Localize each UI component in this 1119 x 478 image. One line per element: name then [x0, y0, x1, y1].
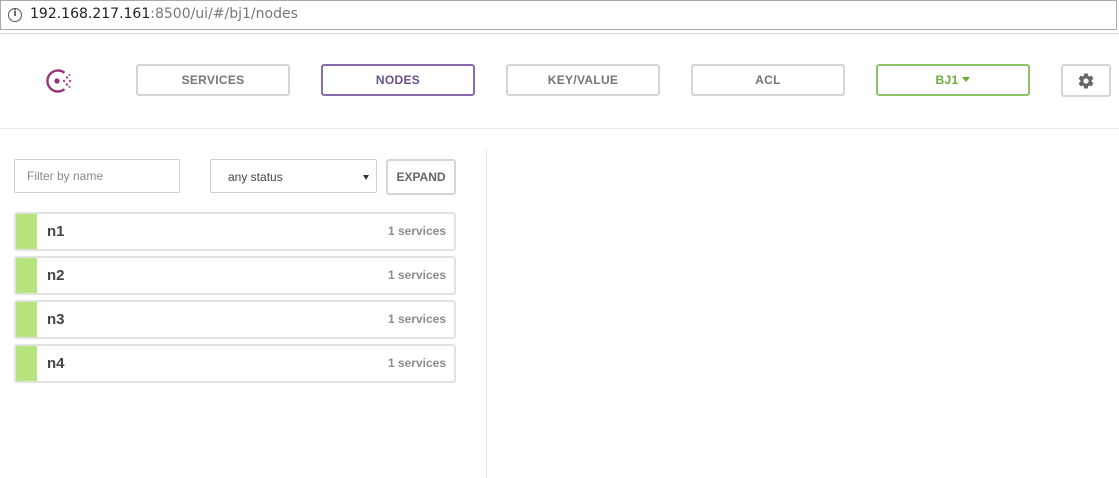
node-row[interactable]: n4 1 services — [14, 344, 456, 383]
datacenter-dropdown[interactable]: BJ1 — [876, 64, 1030, 96]
health-status-indicator — [16, 258, 37, 293]
status-select[interactable]: any status — [210, 159, 377, 193]
node-name: n1 — [47, 223, 65, 240]
nav-services-button[interactable]: SERVICES — [136, 64, 290, 96]
nav-key-value-button[interactable]: KEY/VALUE — [506, 64, 660, 96]
panel-divider — [486, 150, 487, 478]
nav-acl-button[interactable]: ACL — [691, 64, 845, 96]
datacenter-label: BJ1 — [935, 73, 959, 87]
settings-button[interactable] — [1061, 64, 1111, 97]
url-host: 192.168.217.161 — [30, 6, 151, 22]
service-count: 1 services — [387, 356, 446, 370]
node-row[interactable]: n1 1 services — [14, 212, 456, 251]
nav-nodes-button[interactable]: NODES — [321, 64, 475, 96]
toolbar-divider — [0, 33, 1119, 34]
health-status-indicator — [16, 346, 37, 381]
url-path: :8500/ui/#/bj1/nodes — [150, 6, 298, 22]
service-count: 1 services — [387, 312, 446, 326]
gear-icon — [1078, 73, 1094, 89]
info-icon[interactable]: i — [8, 8, 22, 22]
caret-down-icon — [962, 77, 971, 83]
service-count: 1 services — [387, 268, 446, 282]
node-name: n3 — [47, 311, 65, 328]
header-divider — [0, 128, 1119, 129]
expand-button[interactable]: EXPAND — [386, 159, 456, 195]
consul-logo-icon[interactable] — [44, 66, 74, 96]
node-name: n4 — [47, 355, 65, 372]
filter-by-name-input[interactable] — [14, 159, 180, 193]
node-row[interactable]: n2 1 services — [14, 256, 456, 295]
health-status-indicator — [16, 214, 37, 249]
node-name: n2 — [47, 267, 65, 284]
status-select-value: any status — [228, 170, 283, 184]
health-status-indicator — [16, 302, 37, 337]
service-count: 1 services — [387, 224, 446, 238]
dropdown-arrow-icon — [363, 175, 369, 180]
node-row[interactable]: n3 1 services — [14, 300, 456, 339]
url-text[interactable]: 192.168.217.161:8500/ui/#/bj1/nodes — [30, 6, 298, 22]
address-bar[interactable]: i 192.168.217.161:8500/ui/#/bj1/nodes — [0, 0, 1117, 30]
